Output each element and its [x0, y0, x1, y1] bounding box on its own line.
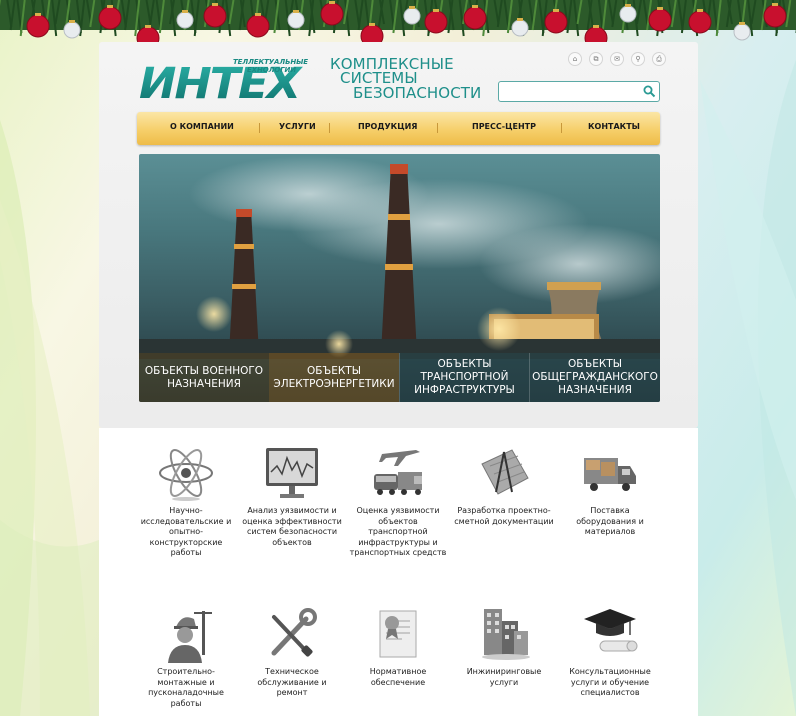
logo-subtitle-line1: ТЕЛЛЕКТУАЛЬНЫЕ [233, 58, 308, 66]
nav-separator [329, 123, 330, 133]
silver-ornament [403, 7, 421, 25]
ornament-cap [35, 13, 41, 16]
service-construction[interactable]: Строительно-монтажные и пусконаладочные … [136, 605, 236, 709]
silver-ornament [287, 11, 305, 29]
buildings-icon [482, 609, 530, 660]
nav-services[interactable]: УСЛУГИ [279, 122, 316, 131]
nav-separator [437, 123, 438, 133]
ornament-cap [145, 25, 151, 28]
ornament-cap [69, 20, 75, 23]
logo-subtitle: ТЕЛЛЕКТУАЛЬНЫЕ ЕХНОЛОГИИ [233, 58, 315, 74]
red-ornament [26, 14, 50, 38]
blueprint-icon [481, 449, 529, 495]
service-transport-assessment[interactable]: Оценка уязвимости объектов транспортной … [348, 444, 448, 559]
sitemap-icon[interactable]: ⧉ [589, 52, 603, 66]
silver-ornament [619, 5, 637, 23]
top-icon-bar: ⌂ ⧉ ✉ ⚲ ⎙ [568, 52, 666, 66]
service-label: Инжиниринговые услуги [466, 667, 542, 687]
tools-icon [271, 608, 317, 657]
nav-press-center[interactable]: ПРЕСС-ЦЕНТР [472, 122, 536, 131]
nav-about[interactable]: О КОМПАНИИ [170, 122, 234, 131]
ornament-cap [553, 9, 559, 12]
service-engineering[interactable]: Инжиниринговые услуги [454, 605, 554, 688]
red-ornament [203, 4, 227, 28]
search-box [498, 81, 660, 102]
ornament-cap [293, 10, 299, 13]
banner-tabs: ОБЪЕКТЫ ВОЕННОГО НАЗНАЧЕНИЯ ОБЪЕКТЫ ЭЛЕК… [139, 353, 660, 402]
ornament-cap [329, 1, 335, 4]
silver-ornament [176, 11, 194, 29]
ornament-cap [593, 25, 599, 28]
ornament-cap [255, 13, 261, 16]
ornament-cap [472, 5, 478, 8]
ornament-cap [369, 23, 375, 26]
ornament-cap [212, 3, 218, 6]
red-ornament [246, 14, 270, 38]
ornament-cap [625, 4, 631, 7]
tab-transport-objects[interactable]: ОБЪЕКТЫ ТРАНСПОРТНОЙ ИНФРАСТРУКТУРЫ [399, 353, 529, 402]
service-label: Нормативное обеспечение [369, 667, 427, 687]
nav-contacts[interactable]: КОНТАКТЫ [588, 122, 640, 131]
hero-banner: ОБЪЕКТЫ ВОЕННОГО НАЗНАЧЕНИЯ ОБЪЕКТЫ ЭЛЕК… [139, 154, 660, 402]
service-equipment-supply[interactable]: Поставка оборудования и материалов [560, 444, 660, 538]
red-ornament [688, 10, 712, 34]
graduation-icon [584, 609, 638, 652]
service-label: Научно-исследовательские и опытно-констр… [140, 506, 232, 557]
search-icon[interactable]: ⚲ [631, 52, 645, 66]
ornament-cap [409, 6, 415, 9]
silver-ornament [511, 19, 529, 37]
home-icon[interactable]: ⌂ [568, 52, 582, 66]
monitor-chart-icon [266, 448, 318, 498]
red-ornament [98, 6, 122, 30]
ornament-cap [657, 7, 663, 10]
ornament-cap [772, 3, 778, 6]
red-ornament [424, 10, 448, 34]
ornament-cap [697, 9, 703, 12]
search-input[interactable] [502, 84, 640, 99]
silver-ornament [63, 21, 81, 39]
tab-power-objects[interactable]: ОБЪЕКТЫ ЭЛЕКТРОЭНЕРГЕТИКИ [269, 353, 399, 402]
nav-products[interactable]: ПРОДУКЦИЯ [358, 122, 417, 131]
truck-icon [584, 458, 636, 491]
service-label: Разработка проектно-сметной документации [454, 506, 554, 526]
page-container: ИНТЕХ ТЕЛЛЕКТУАЛЬНЫЕ ЕХНОЛОГИИ КОМПЛЕКСН… [99, 42, 698, 716]
ornament-cap [107, 5, 113, 8]
ornament-cap [182, 10, 188, 13]
main-navigation: О КОМПАНИИ УСЛУГИ ПРОДУКЦИЯ ПРЕСС-ЦЕНТР … [137, 112, 660, 145]
builder-icon [168, 611, 212, 663]
transport-icon [374, 450, 422, 495]
logo-subtitle-line2: ЕХНОЛОГИИ [247, 66, 297, 74]
service-label: Оценка уязвимости объектов транспортной … [349, 506, 447, 557]
red-ornament [648, 8, 672, 32]
tab-military-objects[interactable]: ОБЪЕКТЫ ВОЕННОГО НАЗНАЧЕНИЯ [139, 353, 269, 402]
service-research[interactable]: Научно-исследовательские и опытно-констр… [136, 444, 236, 559]
slogan-line3: БЕЗОПАСНОСТИ [353, 84, 482, 102]
magnifier-icon[interactable] [643, 85, 656, 98]
print-icon[interactable]: ⎙ [652, 52, 666, 66]
red-ornament [544, 10, 568, 34]
red-ornament [320, 2, 344, 26]
red-ornament [763, 4, 787, 28]
certificate-icon [379, 610, 417, 658]
service-label: Техническое обслуживание и ремонт [257, 667, 327, 697]
mail-icon[interactable]: ✉ [610, 52, 624, 66]
service-normative[interactable]: Нормативное обеспечение [348, 605, 448, 688]
red-ornament [463, 6, 487, 30]
ornament-cap [517, 18, 523, 21]
service-consulting-training[interactable]: Консультационные услуги и обучение специ… [560, 605, 660, 699]
service-label: Строительно-монтажные и пусконаладочные … [148, 667, 224, 708]
service-label: Анализ уязвимости и оценка эффективности… [242, 506, 342, 547]
service-design-documentation[interactable]: Разработка проектно-сметной документации [454, 444, 554, 527]
service-label: Консультационные услуги и обучение специ… [569, 667, 651, 697]
service-maintenance[interactable]: Техническое обслуживание и ремонт [242, 605, 342, 699]
ornament-cap [433, 9, 439, 12]
service-label: Поставка оборудования и материалов [576, 506, 644, 536]
ornament-cap [739, 22, 745, 25]
atom-icon [159, 449, 213, 501]
silver-ornament [733, 23, 751, 41]
tab-civil-objects[interactable]: ОБЪЕКТЫ ОБЩЕГРАЖДАНСКОГО НАЗНАЧЕНИЯ [529, 353, 660, 402]
nav-separator [561, 123, 562, 133]
nav-separator [259, 123, 260, 133]
service-vulnerability-analysis[interactable]: Анализ уязвимости и оценка эффективности… [242, 444, 342, 548]
